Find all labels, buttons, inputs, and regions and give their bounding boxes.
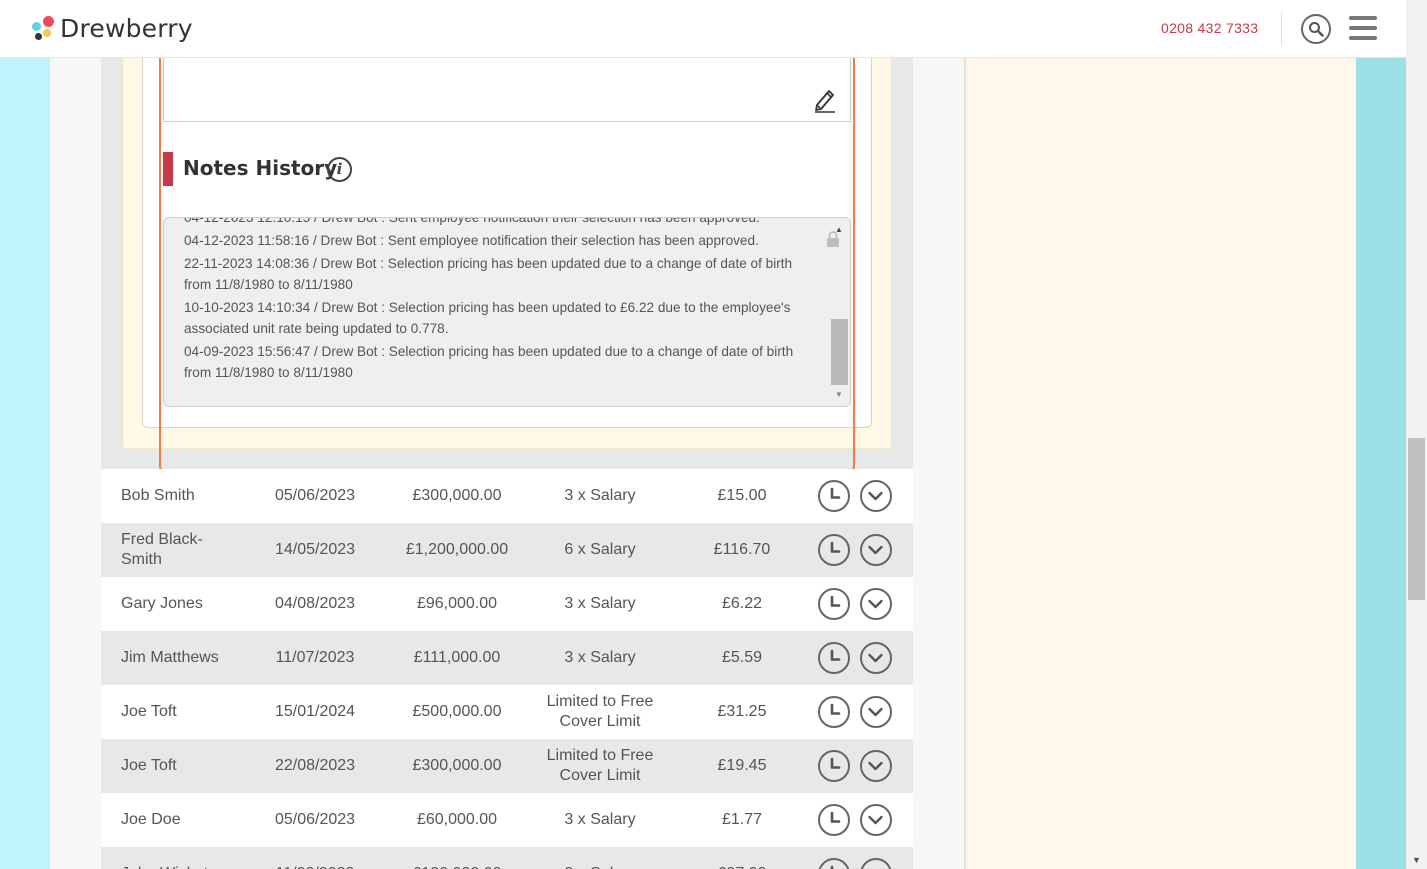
- chevron-down-icon[interactable]: [860, 696, 892, 728]
- clock-icon[interactable]: [818, 588, 850, 620]
- side-panel: [966, 0, 1356, 869]
- history-entry: 22-11-2023 14:08:36 / Drew Bot : Selecti…: [184, 256, 793, 292]
- history-entry: 04-12-2023 12:10:15 / Drew Bot : Sent em…: [184, 217, 760, 225]
- clock-icon[interactable]: [818, 696, 850, 728]
- monthly-price: £5.59: [721, 649, 763, 666]
- employee-name: Bob Smith: [121, 487, 195, 504]
- cover-amount: £300,000.00: [412, 487, 502, 504]
- clock-icon[interactable]: [818, 534, 850, 566]
- cover-amount: £96,000.00: [416, 595, 498, 612]
- clock-icon[interactable]: [818, 858, 850, 869]
- chevron-down-icon[interactable]: [860, 480, 892, 512]
- cover-table: Bob Smith 05/06/2023 £300,000.00 3 x Salary…: [101, 469, 913, 869]
- phone-number-link[interactable]: 0208 432 7333: [1161, 20, 1258, 36]
- monthly-price: £116.70: [713, 541, 771, 558]
- cover-basis: 3 x Salary: [564, 811, 636, 828]
- page-scrollbar-thumb[interactable]: [1408, 438, 1425, 600]
- table-row: John Wicket 11/02/2023 £120,000.00 3 x Sala…: [101, 847, 913, 869]
- cover-basis: 6 x Salary: [564, 541, 636, 558]
- monthly-price: £31.25: [717, 703, 767, 720]
- logo-text: Drewberry: [60, 13, 193, 43]
- chevron-down-icon[interactable]: [860, 642, 892, 674]
- employee-name: Joe Toft: [121, 703, 177, 720]
- cover-basis: Limited to Free Cover Limit: [546, 693, 654, 730]
- logo-mark-icon: [30, 14, 56, 42]
- cover-amount: £500,000.00: [412, 703, 502, 720]
- hamburger-menu-icon[interactable]: [1349, 16, 1377, 40]
- scroll-down-arrow-icon[interactable]: ▼: [835, 390, 843, 399]
- chevron-down-icon[interactable]: [860, 804, 892, 836]
- employee-name: Jim Matthews: [121, 649, 219, 666]
- header-separator: [1281, 12, 1282, 45]
- start-date: 05/06/2023: [274, 487, 356, 504]
- clock-icon[interactable]: [818, 480, 850, 512]
- cover-amount: £300,000.00: [412, 757, 502, 774]
- cover-basis: 3 x Salary: [564, 595, 636, 612]
- scroll-up-arrow-icon[interactable]: ▲: [835, 225, 843, 234]
- table-row: Gary Jones 04/08/2023 £96,000.00 3 x Salary…: [101, 577, 913, 631]
- chevron-down-icon[interactable]: [860, 858, 892, 869]
- table-row: Fred Black-Smith 14/05/2023 £1,200,000.00 6…: [101, 523, 913, 577]
- cover-basis: 3 x Salary: [535, 864, 665, 869]
- monthly-price: £6.22: [721, 595, 763, 612]
- start-date: 05/06/2023: [274, 811, 356, 828]
- page-scrollbar[interactable]: [1406, 0, 1427, 869]
- info-icon[interactable]: i: [327, 157, 352, 182]
- monthly-price: £15.00: [717, 487, 767, 504]
- employee-name: John Wicket: [121, 864, 231, 869]
- table-row: Joe Toft 15/01/2024 £500,000.00 Limited to …: [101, 685, 913, 739]
- cover-amount: £120,000.00: [397, 864, 517, 869]
- site-header: Drewberry 0208 432 7333: [0, 0, 1406, 58]
- history-entry: 04-12-2023 11:58:16 / Drew Bot : Sent em…: [184, 233, 759, 248]
- note-textarea[interactable]: [163, 58, 851, 122]
- employee-name: Gary Jones: [121, 595, 203, 612]
- search-icon[interactable]: [1301, 14, 1331, 44]
- start-date: 22/08/2023: [274, 757, 356, 774]
- cover-amount: £1,200,000.00: [405, 541, 509, 558]
- history-scrollbar-thumb[interactable]: [831, 319, 848, 385]
- cover-basis: Limited to Free Cover Limit: [546, 747, 654, 784]
- cover-amount: £111,000.00: [413, 649, 501, 666]
- start-date: 11/02/2023: [255, 864, 375, 869]
- clock-icon[interactable]: [818, 750, 850, 782]
- page-background-left: [0, 0, 50, 869]
- cover-amount: £60,000.00: [416, 811, 498, 828]
- table-row: Joe Toft 22/08/2023 £300,000.00 Limited to …: [101, 739, 913, 793]
- chevron-down-icon[interactable]: [860, 534, 892, 566]
- history-entry: 04-09-2023 15:56:47 / Drew Bot : Selecti…: [184, 344, 794, 380]
- monthly-price: £1.77: [721, 811, 763, 828]
- table-row: Jim Matthews 11/07/2023 £111,000.00 3 x Sal…: [101, 631, 913, 685]
- section-accent-bar: [163, 152, 173, 186]
- notes-history-list[interactable]: 04-12-2023 12:10:15 / Drew Bot : Sent em…: [163, 217, 851, 407]
- pencil-icon[interactable]: [813, 87, 837, 113]
- employee-name: Fred Black-Smith: [121, 531, 203, 568]
- cover-basis: 3 x Salary: [564, 487, 636, 504]
- start-date: 11/07/2023: [275, 649, 355, 666]
- notes-history-title: Notes History: [183, 156, 338, 180]
- table-row: Joe Doe 05/06/2023 £60,000.00 3 x Salary £1.…: [101, 793, 913, 847]
- table-row: Bob Smith 05/06/2023 £300,000.00 3 x Salary…: [101, 469, 913, 523]
- chevron-down-icon[interactable]: [860, 750, 892, 782]
- start-date: 15/01/2024: [274, 703, 356, 720]
- monthly-price: £37.00: [687, 864, 797, 869]
- drewberry-logo[interactable]: Drewberry: [30, 12, 193, 44]
- employee-name: Joe Doe: [121, 811, 181, 828]
- cover-basis: 3 x Salary: [564, 649, 636, 666]
- page-scroll-down-arrow-icon[interactable]: ▼: [1406, 852, 1427, 869]
- start-date: 14/05/2023: [274, 541, 356, 558]
- history-entries: 04-12-2023 12:10:15 / Drew Bot : Sent em…: [184, 217, 814, 385]
- clock-icon[interactable]: [818, 642, 850, 674]
- page-background-right: [1356, 0, 1406, 869]
- monthly-price: £19.45: [717, 757, 767, 774]
- start-date: 04/08/2023: [274, 595, 356, 612]
- clock-icon[interactable]: [818, 804, 850, 836]
- employee-name: Joe Toft: [121, 757, 177, 774]
- chevron-down-icon[interactable]: [860, 588, 892, 620]
- history-entry: 10-10-2023 14:10:34 / Drew Bot : Selecti…: [184, 300, 791, 336]
